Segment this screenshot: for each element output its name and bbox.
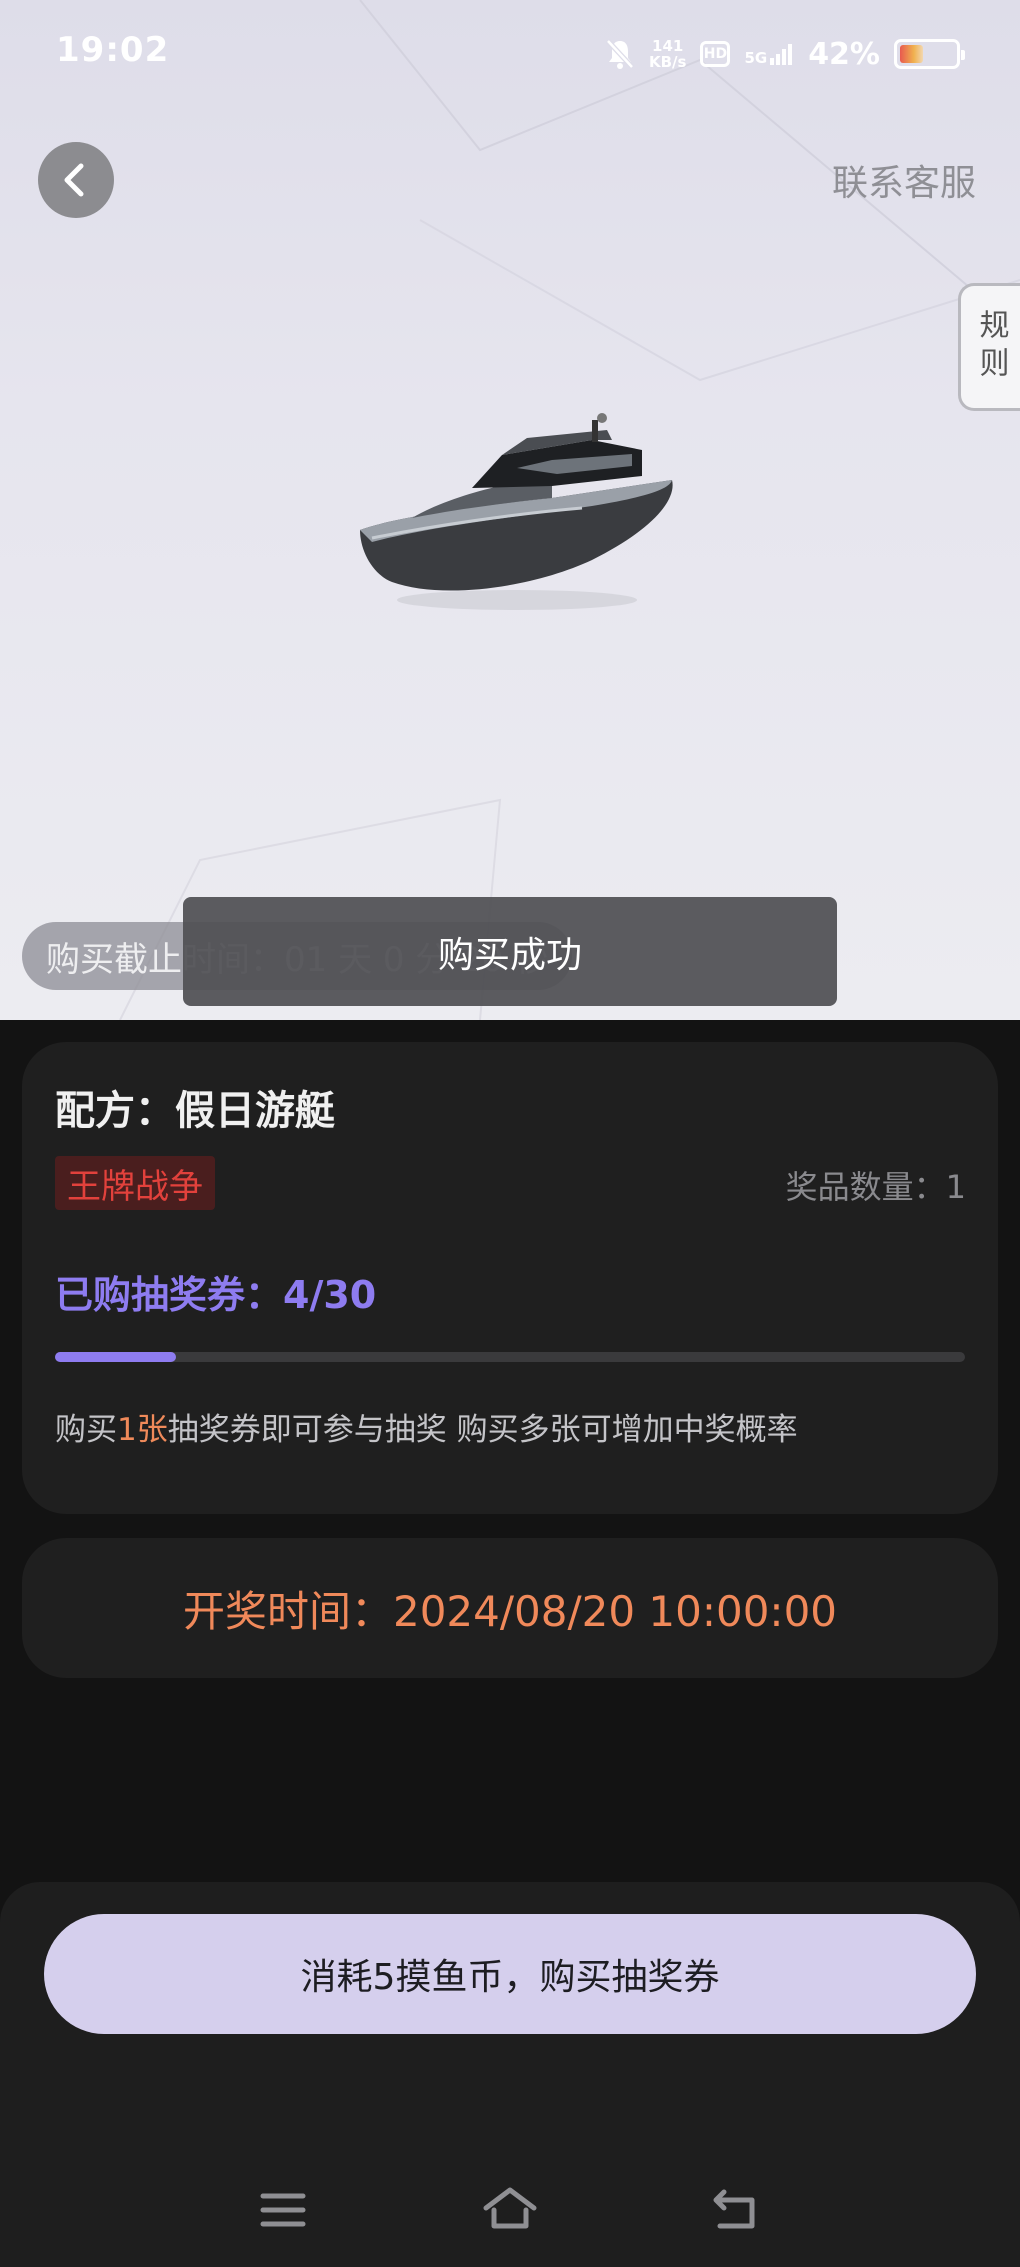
hint-highlight: 1张: [117, 1412, 168, 1448]
rules-label: 规则: [973, 309, 1009, 385]
draw-time-card: 开奖时间：2024/08/20 10:00:00: [22, 1538, 998, 1678]
home-icon: [483, 2187, 537, 2229]
status-bar: 19:02 141 KB/s HD 5G 42%: [0, 0, 1020, 110]
game-tag: 王牌战争: [55, 1156, 215, 1210]
net-speed-value: 141: [652, 37, 684, 55]
chevron-left-icon: [64, 163, 84, 197]
purchase-hint: 购买1张抽奖券即可参与抽奖 购买多张可增加中奖概率: [55, 1404, 798, 1449]
status-icons: 141 KB/s HD 5G 42%: [605, 32, 965, 76]
system-nav-bar: [0, 2170, 1020, 2250]
battery-icon: [894, 39, 965, 69]
signal-bars-icon: [770, 44, 793, 65]
hint-after: 抽奖券即可参与抽奖 购买多张可增加中奖概率: [167, 1412, 798, 1448]
net-speed-unit: KB/s: [648, 53, 687, 71]
prize-info-card: 配方：假日游艇 王牌战争 奖品数量：1 已购抽奖券：4/30 购买1张抽奖券即可…: [22, 1042, 998, 1514]
draw-time: 开奖时间：2024/08/20 10:00:00: [182, 1586, 838, 1636]
purchased-tickets: 已购抽奖券：4/30: [55, 1273, 377, 1317]
contact-service-link[interactable]: 联系客服: [832, 154, 976, 206]
nav-back-button[interactable]: [706, 2180, 766, 2240]
nav-menu-button[interactable]: [253, 2180, 313, 2240]
net-speed: 141 KB/s: [649, 38, 686, 70]
rules-tab[interactable]: 规则: [958, 283, 1020, 411]
item-title: 配方：假日游艇: [55, 1088, 335, 1134]
prize-quantity: 奖品数量：1: [785, 1168, 966, 1206]
back-arrow-icon: [713, 2189, 755, 2229]
mute-bell-icon: [606, 39, 634, 69]
hint-before: 购买: [55, 1412, 117, 1448]
hd-badge: HD: [700, 41, 731, 67]
battery-level: [900, 45, 923, 63]
nav-home-button[interactable]: [480, 2180, 540, 2240]
signal-indicator: 5G: [744, 43, 794, 67]
battery-percent: 42%: [808, 36, 880, 72]
screen: 19:02 141 KB/s HD 5G 42% 联系客服 规则 购买成功 配方…: [0, 0, 1020, 2267]
ticket-progress-fill: [55, 1352, 177, 1362]
signal-label: 5G: [744, 49, 768, 67]
menu-icon: [260, 2193, 306, 2227]
buy-ticket-button[interactable]: 消耗5摸鱼币，购买抽奖券: [44, 1914, 976, 2034]
status-time: 19:02: [56, 30, 170, 70]
yacht-image: [360, 413, 673, 610]
ticket-progress-bar: [55, 1352, 965, 1362]
back-button[interactable]: [38, 142, 114, 218]
purchase-success-toast: 购买成功: [183, 897, 837, 1006]
hero-area: 19:02 141 KB/s HD 5G 42% 联系客服 规则 购买成功: [0, 0, 1020, 1020]
